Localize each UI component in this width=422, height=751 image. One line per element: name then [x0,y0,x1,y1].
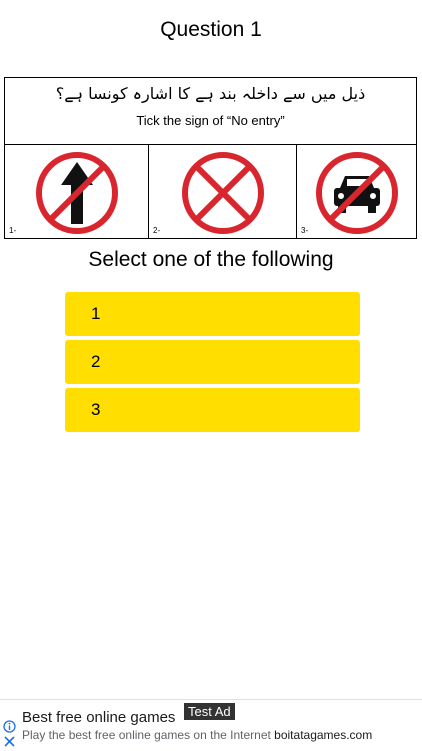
ad-domain: boitatagames.com [274,728,373,742]
ad-description[interactable]: Play the best free online games on the I… [22,728,372,742]
no-cars-sign-icon [315,152,398,234]
answer-option-2[interactable]: 2 [65,340,360,384]
sign-cell-2: 2- [149,145,297,239]
sign-cell-1: 1- [5,145,149,239]
answer-option-1[interactable]: 1 [65,292,360,336]
question-header: ذیل میں سے داخلہ بند ہے کا اشارہ کونسا ہ… [5,78,416,145]
ad-title[interactable]: Best free online games [22,709,175,726]
sign-options-row: 1- 2- 3- [5,145,416,239]
question-card: ذیل میں سے داخلہ بند ہے کا اشارہ کونسا ہ… [4,77,417,239]
sign-number: 1- [9,226,17,235]
sign-cell-3: 3- [297,145,416,239]
no-overtaking-sign-icon [35,152,118,234]
close-icon[interactable] [4,736,15,747]
question-english-text: Tick the sign of “No entry” [136,113,285,128]
info-icon[interactable] [3,720,16,733]
sign-number: 2- [153,226,161,235]
answer-option-3[interactable]: 3 [65,388,360,432]
page-title: Question 1 [160,18,262,41]
question-urdu-text: ذیل میں سے داخلہ بند ہے کا اشارہ کونسا ہ… [55,84,366,103]
no-entry-sign-icon [181,152,264,234]
ad-description-text: Play the best free online games on the I… [22,728,271,742]
test-ad-badge: Test Ad [184,703,235,720]
ad-banner[interactable]: Best free online games Test Ad Play the … [0,699,422,751]
select-prompt: Select one of the following [88,248,334,271]
sign-number: 3- [301,226,309,235]
